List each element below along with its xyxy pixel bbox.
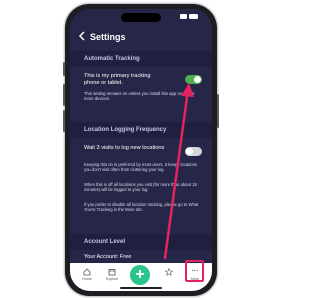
primary-device-label: This is my primary tracking phone or tab… — [84, 73, 151, 86]
phone-screen: Settings Automatic Tracking This is my p… — [70, 9, 212, 291]
power-button — [217, 94, 219, 128]
tab-explore-label: Explore — [105, 277, 119, 281]
section-account-level: Account Level — [70, 234, 212, 250]
tab-home-label: Home — [82, 277, 92, 281]
signal-icon — [180, 14, 187, 19]
home-icon — [76, 268, 98, 276]
section-location-logging: Location Logging Frequency — [70, 122, 212, 138]
location-note-3: If you prefer to disable all location tr… — [84, 202, 199, 213]
wait-visits-label: Wait 3 visits to log new locations — [84, 145, 165, 151]
home-indicator — [120, 287, 162, 289]
header: Settings — [70, 27, 212, 47]
wait-visits-toggle[interactable] — [185, 147, 202, 156]
battery-icon — [189, 14, 198, 19]
tab-saved[interactable] — [158, 267, 180, 277]
location-note-2: When this is off all locations you visit… — [84, 182, 197, 193]
phone-frame: Settings Automatic Tracking This is my p… — [63, 4, 219, 296]
tab-home[interactable]: Home — [76, 268, 98, 281]
location-note-1: Keeping this on is preferred by most use… — [84, 162, 198, 173]
account-label: Your Account: Free — [84, 254, 132, 260]
section-automatic-tracking: Automatic Tracking — [70, 51, 212, 67]
add-button[interactable]: + — [128, 263, 152, 287]
side-button — [63, 62, 65, 76]
volume-up-button — [63, 84, 65, 106]
more-tab-highlight — [185, 260, 204, 282]
chevron-left-icon[interactable] — [78, 31, 88, 43]
tab-explore[interactable]: Explore — [101, 268, 123, 281]
primary-device-toggle[interactable] — [185, 75, 202, 84]
dynamic-island — [121, 13, 161, 22]
calendar-icon — [101, 268, 123, 276]
automatic-tracking-note: This setting remains on unless you insta… — [84, 91, 195, 102]
volume-down-button — [63, 110, 65, 132]
page-title: Settings — [90, 32, 126, 42]
star-icon — [158, 267, 180, 276]
